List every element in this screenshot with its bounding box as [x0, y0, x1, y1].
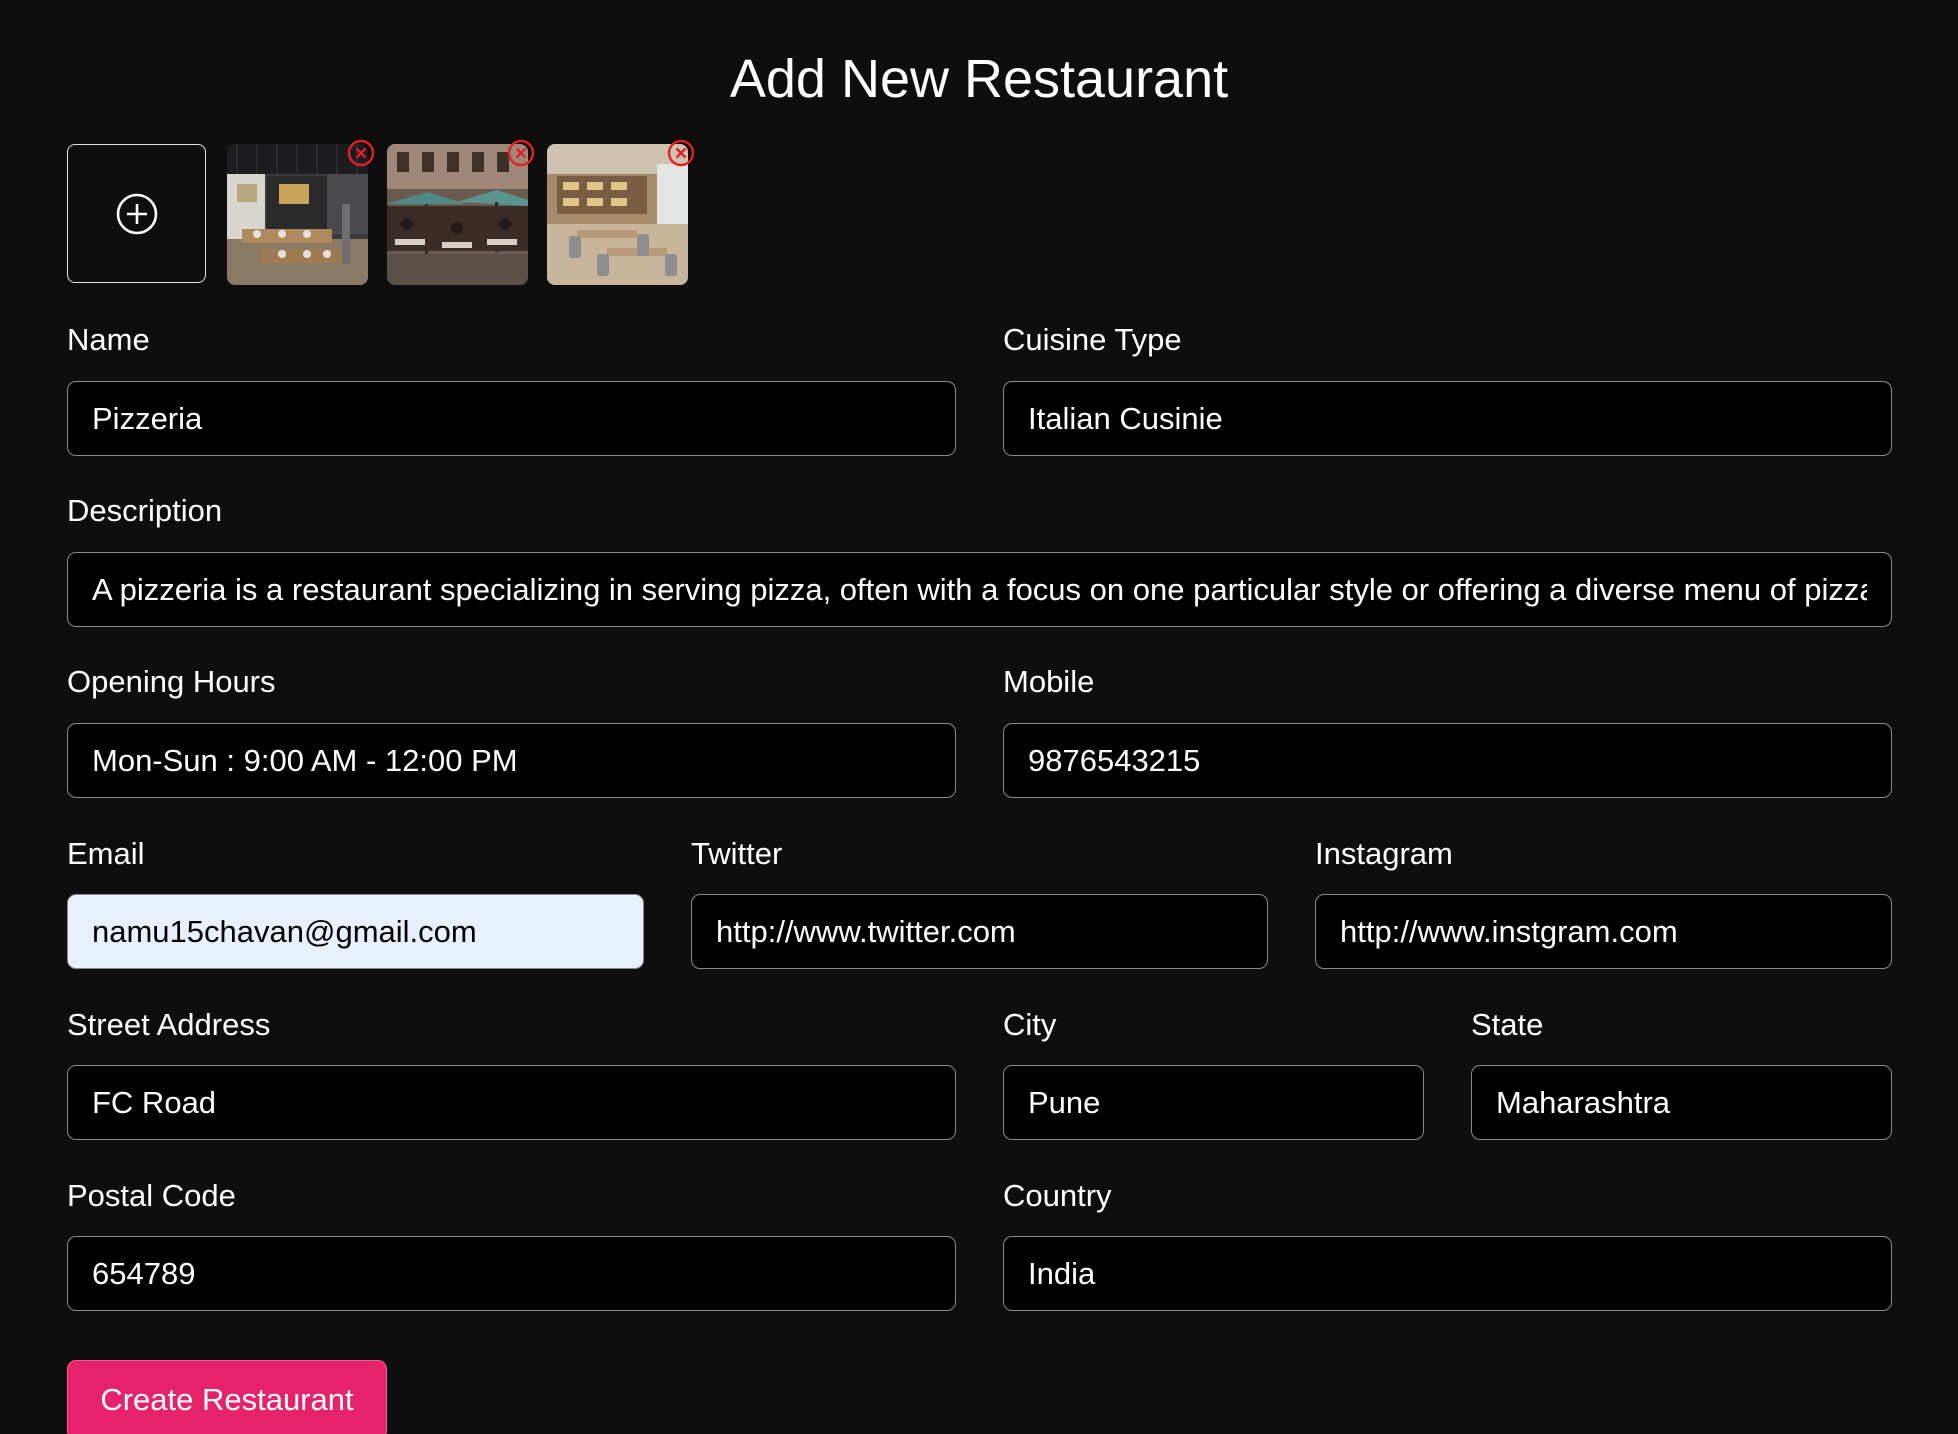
instagram-label: Instagram [1315, 836, 1453, 871]
state-label: State [1471, 1007, 1544, 1042]
opening-hours-input[interactable] [67, 723, 956, 798]
restaurant-photo-3 [547, 139, 695, 285]
country-label: Country [1003, 1178, 1112, 1213]
twitter-input[interactable] [691, 894, 1268, 969]
close-circle-icon[interactable] [666, 138, 696, 168]
postal-code-label: Postal Code [67, 1178, 236, 1213]
add-restaurant-page: Add New Restaurant Name Pizzeria Cuisine… [0, 0, 1958, 1434]
city-input[interactable] [1003, 1065, 1424, 1140]
email-input[interactable] [67, 894, 644, 969]
add-image-button[interactable] [67, 144, 206, 283]
plus-circle-icon [116, 193, 157, 234]
cuisine-type-input[interactable] [1003, 381, 1892, 456]
create-restaurant-button[interactable]: Create Restaurant [67, 1360, 387, 1434]
street-address-label: Street Address [67, 1007, 271, 1042]
close-circle-icon[interactable] [346, 138, 376, 168]
name-input[interactable] [67, 381, 956, 456]
email-label: Email [67, 836, 145, 871]
opening-hours-label: Opening Hours [67, 664, 276, 699]
description-label: Description [67, 493, 223, 528]
twitter-label: Twitter [691, 836, 783, 871]
name-label: Name [67, 322, 150, 357]
restaurant-photo-1 [227, 139, 375, 285]
close-circle-icon[interactable] [506, 138, 536, 168]
cuisine-type-label: Cuisine Type [1003, 322, 1182, 357]
description-input[interactable] [67, 552, 1892, 627]
postal-code-input[interactable] [67, 1236, 956, 1311]
street-address-input[interactable] [67, 1065, 956, 1140]
mobile-input[interactable] [1003, 723, 1892, 798]
city-label: City [1003, 1007, 1057, 1042]
country-input[interactable] [1003, 1236, 1892, 1311]
page-title: Add New Restaurant [729, 49, 1229, 109]
state-input[interactable] [1471, 1065, 1892, 1140]
restaurant-photo-2 [387, 139, 535, 285]
mobile-label: Mobile [1003, 664, 1095, 699]
instagram-input[interactable] [1315, 894, 1892, 969]
